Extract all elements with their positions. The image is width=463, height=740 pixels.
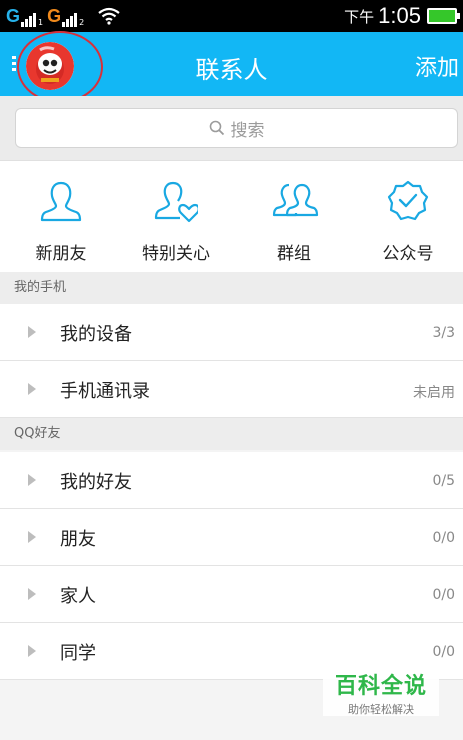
battery-icon	[427, 8, 460, 24]
expand-arrow-icon	[28, 474, 36, 486]
search-input[interactable]: 搜索	[15, 108, 458, 148]
quick-entry-official-account[interactable]: 公众号	[350, 161, 463, 273]
group-icon	[272, 183, 319, 217]
official-account-icon	[387, 180, 429, 221]
signal-sim2-icon: G 2	[47, 5, 85, 27]
section-header-my-phone: 我的手机	[0, 272, 463, 304]
signal-sim1-icon: G 1	[6, 5, 44, 27]
expand-arrow-icon	[28, 326, 36, 338]
status-bar: G 1 G 2 下午 1:05	[0, 0, 463, 32]
expand-arrow-icon	[28, 531, 36, 543]
special-care-icon	[154, 181, 198, 223]
list-item-phone-contacts[interactable]: 手机通讯录 未启用	[0, 361, 463, 418]
quick-entry-new-friend[interactable]: 新朋友	[3, 161, 119, 273]
quick-entries: 新朋友 特别关心 群组 公众号	[0, 160, 463, 272]
watermark-logo: 百科全说 助你轻松解决	[323, 662, 439, 716]
clock: 1:05	[378, 3, 421, 28]
list-item-family[interactable]: 家人 0/0	[0, 566, 463, 623]
search-icon	[209, 120, 224, 136]
time-period: 下午	[344, 7, 375, 26]
title-bar: 联系人 添加	[0, 31, 463, 103]
quick-entry-group[interactable]: 群组	[236, 161, 352, 273]
expand-arrow-icon	[28, 383, 36, 395]
section-header-qq-friends: QQ好友	[0, 418, 463, 450]
list-item-my-devices[interactable]: 我的设备 3/3	[0, 304, 463, 361]
add-button[interactable]: 添加	[415, 50, 459, 82]
wifi-icon	[98, 7, 120, 25]
quick-entry-special-care[interactable]: 特别关心	[118, 161, 234, 273]
search-area: 搜索	[0, 96, 463, 160]
new-friend-icon	[40, 181, 82, 222]
expand-arrow-icon	[28, 588, 36, 600]
search-placeholder: 搜索	[230, 120, 265, 141]
list-item-my-friends[interactable]: 我的好友 0/5	[0, 452, 463, 509]
expand-arrow-icon	[28, 645, 36, 657]
list-item-friends[interactable]: 朋友 0/0	[0, 509, 463, 566]
page-title: 联系人	[195, 56, 268, 84]
